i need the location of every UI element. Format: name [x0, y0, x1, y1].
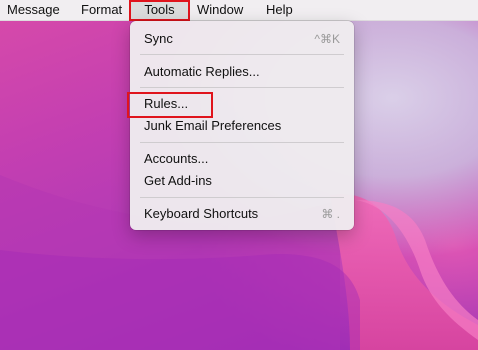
- menu-item-get-add-ins[interactable]: Get Add-ins: [144, 172, 212, 190]
- menubar-item-message[interactable]: Message: [7, 0, 60, 20]
- menu-separator: [140, 142, 344, 143]
- keyboard-shortcuts-shortcut: ⌘ .: [321, 207, 340, 221]
- menubar-item-help[interactable]: Help: [266, 0, 293, 20]
- menubar-item-window[interactable]: Window: [197, 0, 243, 20]
- menu-item-junk-email-preferences[interactable]: Junk Email Preferences: [144, 117, 281, 135]
- rules-highlight-box: [127, 92, 213, 118]
- menubar-item-format[interactable]: Format: [81, 0, 122, 20]
- menu-bar: Message Format Tools Window Help: [0, 0, 478, 21]
- menu-item-accounts[interactable]: Accounts...: [144, 150, 208, 168]
- menu-separator: [140, 87, 344, 88]
- menu-item-sync[interactable]: Sync: [144, 30, 173, 48]
- menu-separator: [140, 54, 344, 55]
- menu-item-automatic-replies[interactable]: Automatic Replies...: [144, 63, 260, 81]
- tools-highlight-box: [129, 0, 190, 21]
- menu-item-keyboard-shortcuts[interactable]: Keyboard Shortcuts: [144, 205, 258, 223]
- sync-shortcut: ^⌘K: [314, 32, 340, 46]
- menu-separator: [140, 197, 344, 198]
- tools-dropdown-menu: Sync ^⌘K Automatic Replies... Rules... J…: [130, 21, 354, 230]
